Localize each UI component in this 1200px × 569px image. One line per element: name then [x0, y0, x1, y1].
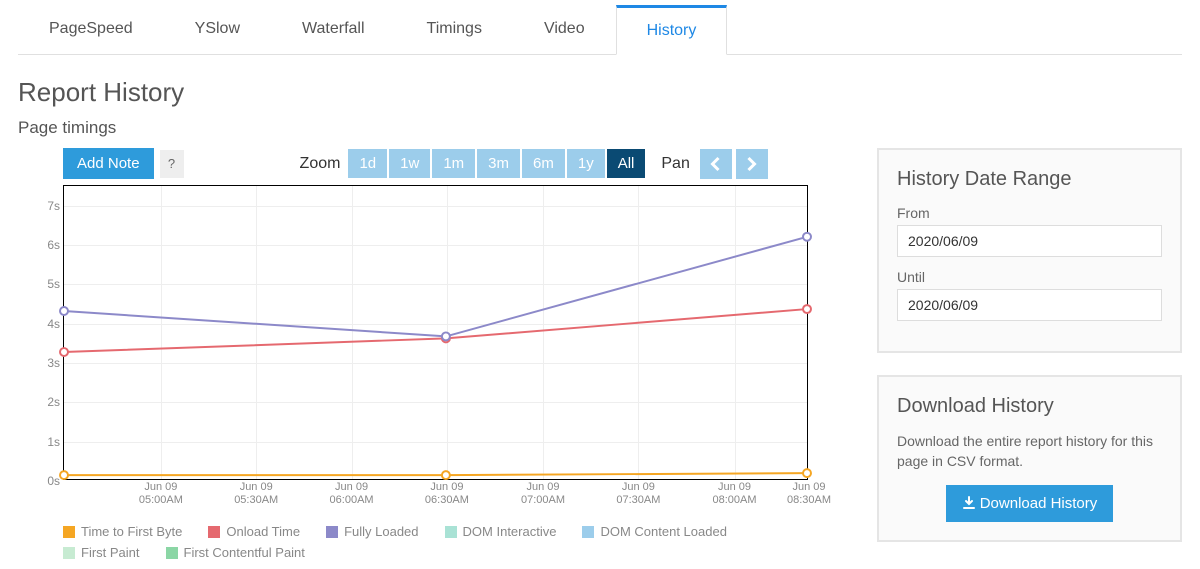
- chevron-left-icon: [710, 156, 721, 172]
- chevron-right-icon: [746, 156, 757, 172]
- x-axis: Jun 0905:00AM Jun 0905:30AM Jun 0906:00AM J…: [64, 481, 807, 515]
- zoom-1d[interactable]: 1d: [348, 149, 387, 178]
- legend-swatch-icon: [63, 547, 75, 559]
- download-panel: Download History Download the entire rep…: [877, 375, 1182, 542]
- zoom-3m[interactable]: 3m: [477, 149, 520, 178]
- legend-swatch-icon: [208, 526, 220, 538]
- help-button[interactable]: ?: [160, 150, 184, 178]
- data-point[interactable]: [442, 332, 450, 340]
- add-note-button[interactable]: Add Note: [63, 148, 154, 179]
- data-point[interactable]: [803, 305, 811, 313]
- x-tick: Jun 0905:00AM: [121, 481, 201, 507]
- x-tick: Jun 0906:00AM: [312, 481, 392, 507]
- tab-waterfall[interactable]: Waterfall: [271, 5, 396, 54]
- y-tick: 4s: [47, 317, 60, 331]
- legend-label: Fully Loaded: [344, 524, 418, 539]
- download-desc: Download the entire report history for t…: [897, 432, 1162, 471]
- legend-label: First Contentful Paint: [184, 545, 305, 560]
- data-point[interactable]: [803, 233, 811, 241]
- pan-left-button[interactable]: [700, 149, 732, 179]
- data-point[interactable]: [442, 471, 450, 479]
- zoom-1m[interactable]: 1m: [432, 149, 475, 178]
- date-range-panel: History Date Range From Until: [877, 148, 1182, 353]
- page-title: Report History: [18, 77, 1182, 108]
- until-label: Until: [897, 269, 1162, 285]
- legend-item[interactable]: Fully Loaded: [326, 524, 418, 539]
- legend-swatch-icon: [445, 526, 457, 538]
- tab-video[interactable]: Video: [513, 5, 616, 54]
- x-tick: Jun 0908:30AM: [769, 481, 849, 507]
- zoom-1y[interactable]: 1y: [567, 149, 605, 178]
- y-tick: 7s: [47, 199, 60, 213]
- legend-swatch-icon: [326, 526, 338, 538]
- tab-yslow[interactable]: YSlow: [164, 5, 271, 54]
- legend-item[interactable]: DOM Interactive: [445, 524, 557, 539]
- chart[interactable]: 0s1s2s3s4s5s6s7s Jun 0905:00AMJun 0905:3…: [63, 185, 808, 480]
- pan-right-button[interactable]: [736, 149, 768, 179]
- legend-item[interactable]: First Contentful Paint: [166, 545, 305, 560]
- download-title: Download History: [897, 395, 1162, 418]
- download-button-label: Download History: [980, 495, 1098, 512]
- data-point[interactable]: [60, 471, 68, 479]
- series-line: [64, 309, 807, 352]
- y-tick: 5s: [47, 277, 60, 291]
- y-tick: 0s: [47, 474, 60, 488]
- legend-label: DOM Content Loaded: [600, 524, 726, 539]
- legend-item[interactable]: Onload Time: [208, 524, 300, 539]
- legend-label: Time to First Byte: [81, 524, 182, 539]
- zoom-all[interactable]: All: [607, 149, 646, 178]
- zoom-1w[interactable]: 1w: [389, 149, 430, 178]
- subtitle: Page timings: [18, 118, 1182, 138]
- tab-pagespeed[interactable]: PageSpeed: [18, 5, 164, 54]
- until-input[interactable]: [897, 289, 1162, 321]
- pan-label: Pan: [661, 155, 689, 173]
- tab-timings[interactable]: Timings: [396, 5, 513, 54]
- legend-swatch-icon: [582, 526, 594, 538]
- legend-item[interactable]: DOM Content Loaded: [582, 524, 726, 539]
- zoom-label: Zoom: [300, 155, 341, 173]
- y-tick: 2s: [47, 395, 60, 409]
- legend-item[interactable]: Time to First Byte: [63, 524, 182, 539]
- legend-label: DOM Interactive: [463, 524, 557, 539]
- y-tick: 1s: [47, 435, 60, 449]
- zoom-6m[interactable]: 6m: [522, 149, 565, 178]
- download-icon: [962, 496, 976, 510]
- legend-label: Onload Time: [226, 524, 300, 539]
- x-tick: Jun 0906:30AM: [407, 481, 487, 507]
- x-tick: Jun 0907:30AM: [598, 481, 678, 507]
- from-input[interactable]: [897, 225, 1162, 257]
- data-point[interactable]: [60, 307, 68, 315]
- series-line: [64, 473, 807, 475]
- download-history-button[interactable]: Download History: [946, 485, 1114, 522]
- legend-swatch-icon: [63, 526, 75, 538]
- from-label: From: [897, 205, 1162, 221]
- series-line: [64, 237, 807, 337]
- data-point[interactable]: [60, 348, 68, 356]
- x-tick: Jun 0907:00AM: [503, 481, 583, 507]
- y-tick: 6s: [47, 238, 60, 252]
- date-range-title: History Date Range: [897, 168, 1162, 191]
- tabs-bar: PageSpeedYSlowWaterfallTimingsVideoHisto…: [18, 5, 1182, 55]
- data-point[interactable]: [803, 469, 811, 477]
- legend: Time to First Byte Onload Time Fully Loade…: [63, 524, 808, 566]
- x-tick: Jun 0905:30AM: [216, 481, 296, 507]
- tab-history[interactable]: History: [616, 5, 728, 55]
- legend-label: First Paint: [81, 545, 140, 560]
- y-tick: 3s: [47, 356, 60, 370]
- legend-item[interactable]: First Paint: [63, 545, 140, 560]
- legend-swatch-icon: [166, 547, 178, 559]
- x-tick: Jun 0908:00AM: [695, 481, 775, 507]
- y-axis: 0s1s2s3s4s5s6s7s: [34, 186, 62, 479]
